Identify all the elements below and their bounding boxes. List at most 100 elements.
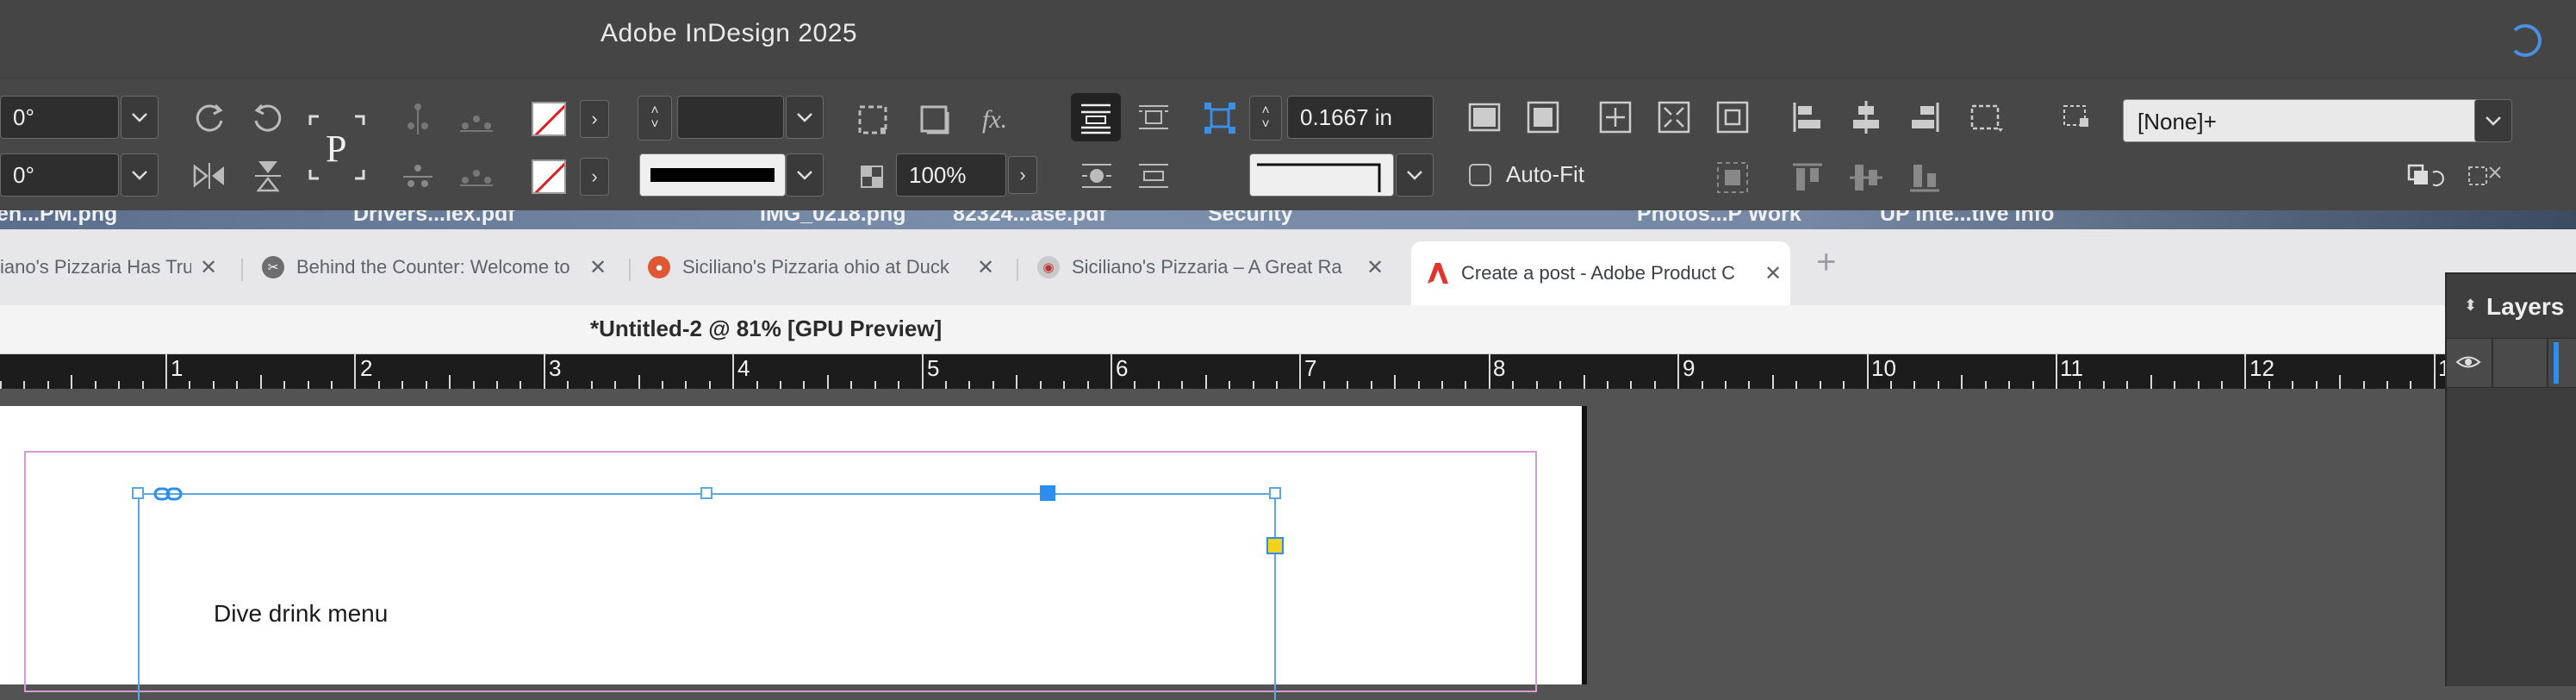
fit-content-proportionally-icon[interactable] bbox=[1523, 97, 1563, 137]
clear-non-defined-attributes-icon[interactable] bbox=[2464, 160, 2507, 195]
effects-fx-icon[interactable]: fx. bbox=[977, 100, 1025, 140]
ruler-tick bbox=[968, 381, 971, 389]
wrap-offset-stepper[interactable]: ˄ ˅ bbox=[1249, 96, 1282, 141]
tab-title: Create a post - Adobe Product C bbox=[1461, 262, 1735, 284]
flip-horizontal-icon[interactable] bbox=[190, 156, 229, 196]
layer-row[interactable] bbox=[2447, 338, 2576, 388]
text-frame[interactable] bbox=[138, 493, 1276, 700]
drop-shadow-icon[interactable] bbox=[915, 100, 955, 140]
threaded-link-icon[interactable] bbox=[153, 485, 183, 503]
tab-close-icon[interactable]: ✕ bbox=[1764, 261, 1782, 286]
align-bottom-edges-icon[interactable] bbox=[1905, 158, 1944, 197]
stroke-type-preview bbox=[650, 168, 775, 182]
desktop-file-label[interactable]: UP Inte...tive Info bbox=[1880, 210, 2054, 227]
layers-panel-header[interactable]: ⬍ Layers bbox=[2447, 274, 2576, 336]
align-to-selection-icon[interactable] bbox=[1967, 97, 2007, 137]
desktop-file-label[interactable]: Security bbox=[1208, 210, 1293, 227]
desktop-file-label[interactable]: 82324...ase.pdf bbox=[953, 210, 1106, 227]
object-style-icon[interactable] bbox=[2059, 97, 2099, 137]
fill-swatch-dropdown[interactable]: › bbox=[580, 100, 609, 138]
new-tab-icon[interactable]: + bbox=[1816, 243, 1836, 282]
align-horizontal-spacing-icon[interactable] bbox=[457, 158, 496, 197]
document-tab-title[interactable]: *Untitled-2 @ 81% [GPU Preview] bbox=[590, 316, 942, 342]
desktop-file-label[interactable]: Photos...P Work bbox=[1637, 210, 1801, 227]
select-container-icon[interactable] bbox=[853, 100, 893, 140]
corner-options-handle[interactable] bbox=[1266, 537, 1284, 554]
auto-fit-checkbox[interactable] bbox=[1469, 164, 1491, 186]
rotation-angle-dropdown[interactable] bbox=[121, 96, 159, 139]
desktop-file-label[interactable]: en...PM.png bbox=[0, 210, 117, 227]
rotate-clockwise-icon[interactable] bbox=[190, 98, 229, 138]
object-style-select[interactable]: [None]+ bbox=[2123, 99, 2490, 142]
flip-vertical-icon[interactable] bbox=[248, 156, 288, 196]
stroke-swatch-dropdown[interactable]: › bbox=[580, 158, 609, 196]
align-right-edges-icon[interactable] bbox=[1905, 97, 1944, 137]
eye-visibility-icon[interactable] bbox=[2455, 351, 2481, 373]
opacity-field[interactable]: 100% bbox=[896, 153, 1006, 197]
frame-handle-top-left[interactable] bbox=[132, 487, 144, 499]
fill-swatch-none-icon[interactable] bbox=[532, 102, 566, 136]
ruler-tick bbox=[1866, 354, 1869, 389]
ruler-tick bbox=[23, 381, 26, 389]
frame-handle-selected[interactable] bbox=[1040, 485, 1055, 501]
browser-tab[interactable]: ✂ Behind the Counter: Welcome to ✕ bbox=[262, 241, 611, 293]
fill-frame-proportionally-icon[interactable] bbox=[1465, 97, 1504, 137]
fit-content-to-frame-icon[interactable] bbox=[1654, 97, 1694, 137]
reference-point-proxy-icon[interactable]: P bbox=[307, 113, 367, 182]
opacity-dropdown[interactable]: › bbox=[1008, 156, 1037, 194]
shear-angle-dropdown[interactable] bbox=[121, 153, 159, 197]
align-top-edges-icon[interactable] bbox=[1788, 158, 1827, 197]
align-vertical-centers-icon[interactable] bbox=[1846, 158, 1886, 197]
stroke-type-selector[interactable] bbox=[639, 153, 786, 197]
horizontal-ruler[interactable]: 1 2 3 4 5 6 7 8 9 10 11 12 1 bbox=[0, 354, 2450, 389]
ruler-tick bbox=[189, 381, 191, 389]
frame-handle-top-right[interactable] bbox=[1269, 487, 1281, 499]
distribute-horizontal-icon[interactable] bbox=[457, 100, 496, 140]
panel-collapse-icon[interactable]: ⬍ bbox=[2464, 297, 2477, 315]
ruler-tick bbox=[780, 381, 782, 389]
pasteboard[interactable]: Dive drink menu bbox=[0, 389, 2445, 700]
stroke-type-dropdown[interactable] bbox=[786, 153, 824, 197]
stroke-swatch-none-icon[interactable] bbox=[532, 159, 566, 194]
document-tab-bar: *Untitled-2 @ 81% [GPU Preview] bbox=[0, 305, 2445, 354]
rotate-counterclockwise-icon[interactable] bbox=[248, 98, 288, 138]
content-aware-fit-icon[interactable] bbox=[1713, 158, 1752, 197]
frame-handle-top-center[interactable] bbox=[700, 487, 712, 499]
document-page[interactable]: Dive drink menu bbox=[0, 406, 1587, 700]
wrap-offset-field[interactable]: 0.1667 in bbox=[1287, 96, 1434, 139]
corner-shape-selector[interactable] bbox=[1249, 153, 1394, 197]
align-left-edges-icon[interactable] bbox=[1788, 97, 1827, 137]
wrap-none-button[interactable] bbox=[1071, 93, 1121, 141]
browser-tab[interactable]: iano's Pizzaria Has Tru ✕ bbox=[0, 241, 222, 293]
browser-tab[interactable]: ● Siciliano's Pizzaria ohio at Duck ✕ bbox=[648, 241, 1001, 293]
tab-close-icon[interactable]: ✕ bbox=[977, 255, 994, 280]
desktop-file-label[interactable]: Drivers...lex.pdf bbox=[353, 210, 515, 227]
fit-frame-to-content-icon[interactable] bbox=[1596, 97, 1635, 137]
browser-tab[interactable]: ◉ Siciliano's Pizzaria – A Great Ra ✕ bbox=[1037, 241, 1392, 293]
center-content-icon[interactable] bbox=[1713, 97, 1752, 137]
tab-close-icon[interactable]: ✕ bbox=[200, 255, 217, 280]
distribute-vertical-icon[interactable] bbox=[398, 100, 438, 140]
stroke-weight-dropdown[interactable] bbox=[786, 96, 824, 139]
wrap-bounding-box-icon[interactable] bbox=[1134, 97, 1173, 137]
wrap-object-shape-icon[interactable] bbox=[1077, 156, 1117, 196]
ruler-tick bbox=[874, 381, 876, 389]
desktop-file-label[interactable]: IMG_0218.png bbox=[760, 210, 906, 227]
align-horizontal-centers-icon[interactable] bbox=[1846, 97, 1886, 137]
corner-shape-dropdown[interactable] bbox=[1396, 153, 1434, 197]
rotation-angle-field[interactable]: 0° bbox=[0, 96, 119, 139]
align-vertical-spacing-icon[interactable] bbox=[398, 158, 438, 197]
clear-overrides-icon[interactable] bbox=[2404, 160, 2447, 195]
frame-text[interactable]: Dive drink menu bbox=[214, 600, 388, 628]
object-style-dropdown[interactable] bbox=[2474, 99, 2512, 142]
tab-close-icon[interactable]: ✕ bbox=[589, 255, 607, 280]
ruler-tick bbox=[1653, 381, 1656, 389]
stroke-weight-field[interactable] bbox=[677, 96, 784, 139]
ruler-tick bbox=[2244, 354, 2247, 389]
shear-angle-field[interactable]: 0° bbox=[0, 153, 119, 197]
stroke-weight-stepper[interactable]: ˄ ˅ bbox=[638, 96, 672, 141]
tab-close-icon[interactable]: ✕ bbox=[1366, 255, 1384, 280]
wrap-jump-object-icon[interactable] bbox=[1134, 156, 1173, 196]
browser-tab-active[interactable]: Create a post - Adobe Product C ✕ bbox=[1411, 241, 1790, 305]
ruler-tick bbox=[425, 381, 427, 389]
